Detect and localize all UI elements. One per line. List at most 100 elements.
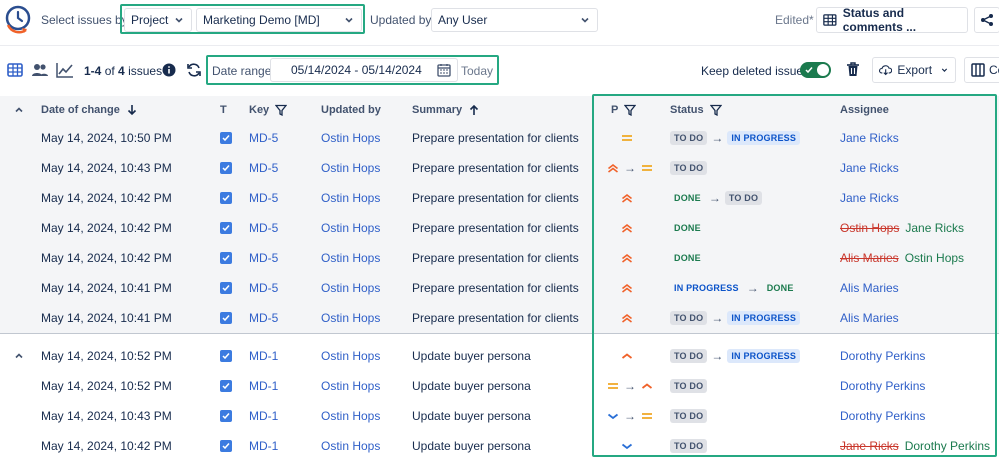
cell-summary: Prepare presentation for clients bbox=[412, 311, 579, 325]
cell-type bbox=[220, 401, 232, 431]
cell-type bbox=[220, 303, 232, 333]
column-type[interactable]: T bbox=[220, 96, 227, 124]
cell-assignee: Jane Ricks bbox=[840, 183, 899, 213]
updated-by-link[interactable]: Ostin Hops bbox=[321, 303, 380, 333]
cell-priority: → bbox=[606, 401, 654, 431]
priority-medium-icon bbox=[642, 165, 652, 171]
view-selector-button[interactable]: Status and comments ... bbox=[816, 6, 968, 34]
updated-by-link[interactable]: Ostin Hops bbox=[321, 183, 380, 213]
issue-key-link[interactable]: MD-1 bbox=[249, 371, 278, 401]
updated-by-dropdown[interactable]: Any User bbox=[431, 8, 598, 32]
app-logo-icon bbox=[4, 3, 34, 35]
cell-priority bbox=[620, 341, 634, 371]
updated-by-link[interactable]: Ostin Hops bbox=[321, 401, 380, 431]
cell-date: May 14, 2024, 10:50 PM bbox=[41, 131, 172, 145]
today-button[interactable]: Today bbox=[461, 64, 493, 78]
keep-deleted-toggle[interactable] bbox=[800, 62, 831, 78]
info-icon[interactable] bbox=[162, 63, 176, 77]
issue-key-link[interactable]: MD-1 bbox=[249, 431, 278, 458]
task-type-icon bbox=[220, 410, 232, 422]
cell-assignee: Alis Maries Ostin Hops bbox=[840, 243, 964, 273]
filter-icon bbox=[275, 104, 288, 116]
cell-assignee: Alis Maries bbox=[840, 303, 899, 333]
task-type-icon bbox=[220, 350, 232, 362]
issue-key-link[interactable]: MD-1 bbox=[249, 401, 278, 431]
arrow-right-icon: → bbox=[624, 161, 636, 175]
column-updated-by[interactable]: Updated by bbox=[321, 96, 381, 124]
cell-priority bbox=[620, 303, 634, 333]
cell-date: May 14, 2024, 10:52 PM bbox=[41, 379, 172, 393]
cell-summary: Prepare presentation for clients bbox=[412, 221, 579, 235]
column-status[interactable]: Status bbox=[670, 96, 722, 124]
count-range: 1-4 bbox=[84, 64, 102, 78]
column-priority[interactable]: P bbox=[611, 96, 637, 124]
assignee-link[interactable]: Alis Maries bbox=[840, 281, 899, 295]
column-date[interactable]: Date of change bbox=[41, 96, 138, 124]
cell-type bbox=[220, 243, 232, 273]
project-dropdown[interactable]: Marketing Demo [MD] bbox=[196, 8, 362, 32]
issue-key-link[interactable]: MD-5 bbox=[249, 183, 278, 213]
assignee-link[interactable]: Dorothy Perkins bbox=[840, 379, 925, 393]
view-selector-label: Status and comments ... bbox=[842, 6, 917, 34]
delete-icon[interactable] bbox=[845, 61, 861, 78]
column-priority-label: P bbox=[611, 104, 619, 116]
updated-by-link[interactable]: Ostin Hops bbox=[321, 123, 380, 153]
arrow-right-icon: → bbox=[708, 191, 721, 205]
priority-highest-icon bbox=[622, 223, 632, 233]
updated-by-link[interactable]: Ostin Hops bbox=[321, 153, 380, 183]
assignee-old: Jane Ricks bbox=[840, 439, 899, 453]
column-key[interactable]: Key bbox=[249, 96, 288, 124]
updated-by-link[interactable]: Ostin Hops bbox=[321, 371, 380, 401]
updated-by-link[interactable]: Ostin Hops bbox=[321, 341, 380, 371]
date-range-input[interactable]: 05/14/2024 - 05/14/2024 bbox=[270, 58, 458, 82]
chart-view-icon[interactable] bbox=[56, 62, 74, 78]
issue-key-link[interactable]: MD-5 bbox=[249, 123, 278, 153]
updated-by-link[interactable]: Ostin Hops bbox=[321, 243, 380, 273]
table-row: May 14, 2024, 10:42 PM MD-5 Ostin Hops Prep… bbox=[0, 213, 999, 243]
cell-summary: Update buyer persona bbox=[412, 379, 531, 393]
assignee-new[interactable]: Ostin Hops bbox=[905, 251, 964, 265]
share-button[interactable] bbox=[974, 7, 999, 33]
cell-assignee: Jane Ricks Dorothy Perkins bbox=[840, 431, 990, 458]
table-row: May 14, 2024, 10:43 PM MD-5 Ostin Hops Prep… bbox=[0, 153, 999, 183]
grid-view-icon[interactable] bbox=[7, 62, 23, 78]
priority-high-icon bbox=[621, 353, 633, 359]
cell-priority bbox=[620, 213, 634, 243]
cell-status: DONE bbox=[670, 243, 705, 273]
export-button[interactable]: Export bbox=[872, 57, 956, 83]
assignee-link[interactable]: Jane Ricks bbox=[840, 131, 899, 145]
issue-key-link[interactable]: MD-1 bbox=[249, 341, 278, 371]
assignee-link[interactable]: Dorothy Perkins bbox=[840, 349, 925, 363]
group-toggle-icon[interactable] bbox=[14, 350, 24, 360]
columns-button[interactable]: Co bbox=[964, 57, 999, 83]
assignee-new[interactable]: Dorothy Perkins bbox=[905, 439, 990, 453]
updated-by-link[interactable]: Ostin Hops bbox=[321, 213, 380, 243]
column-key-label: Key bbox=[249, 104, 270, 116]
assignee-link[interactable]: Dorothy Perkins bbox=[840, 409, 925, 423]
assignee-link[interactable]: Alis Maries bbox=[840, 311, 899, 325]
task-type-icon bbox=[220, 440, 232, 452]
select-issues-label: Select issues by: bbox=[41, 13, 132, 27]
column-summary[interactable]: Summary bbox=[412, 96, 480, 124]
keep-deleted-label: Keep deleted issues bbox=[701, 64, 810, 78]
issue-key-link[interactable]: MD-5 bbox=[249, 153, 278, 183]
select-type-dropdown[interactable]: Project bbox=[124, 8, 192, 32]
collapse-all-icon[interactable] bbox=[14, 96, 24, 124]
issue-key-link[interactable]: MD-5 bbox=[249, 273, 278, 303]
task-type-icon bbox=[220, 222, 232, 234]
refresh-icon[interactable] bbox=[186, 62, 202, 78]
updated-by-link[interactable]: Ostin Hops bbox=[321, 273, 380, 303]
cell-priority bbox=[620, 123, 634, 153]
issue-key-link[interactable]: MD-5 bbox=[249, 243, 278, 273]
assignee-new[interactable]: Jane Ricks bbox=[905, 221, 964, 235]
column-assignee[interactable]: Assignee bbox=[840, 96, 889, 124]
priority-highest-icon bbox=[622, 253, 632, 263]
assignee-link[interactable]: Jane Ricks bbox=[840, 161, 899, 175]
cell-priority bbox=[620, 273, 634, 303]
updated-by-link[interactable]: Ostin Hops bbox=[321, 431, 380, 458]
issue-key-link[interactable]: MD-5 bbox=[249, 303, 278, 333]
group-by-users-icon[interactable] bbox=[31, 62, 49, 78]
cell-status: DONE bbox=[670, 213, 705, 243]
issue-key-link[interactable]: MD-5 bbox=[249, 213, 278, 243]
assignee-link[interactable]: Jane Ricks bbox=[840, 191, 899, 205]
